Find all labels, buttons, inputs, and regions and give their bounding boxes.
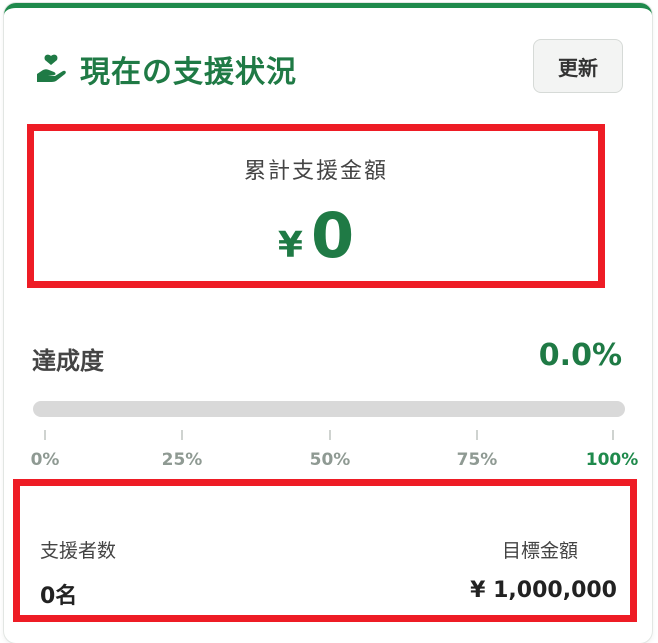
goal-amount-value: ¥ 1,000,000 [470,578,617,603]
total-amount-label: 累計支援金額 [243,159,388,184]
stats-panel: 支援者数 0名 目標金額 ¥ 1,000,000 [13,479,637,622]
total-amount-value: ¥ 0 [34,199,598,272]
scale-label-50: 50% [309,450,351,470]
total-amount-panel: 累計支援金額 ¥ 0 [27,124,605,288]
scale-label-100: 100% [585,450,639,470]
progress-bar [33,401,625,417]
supporters-label: 支援者数 [40,540,117,562]
progress-percent: 0.0% [538,338,622,373]
scale-tick [329,430,331,440]
supporters-value: 0名 [40,584,78,609]
scale-label-25: 25% [161,450,203,470]
card-header: 現在の支援状況 [34,44,297,94]
scale-tick [44,430,46,440]
scale-label-75: 75% [456,450,498,470]
goal-amount-label: 目標金額 [501,540,578,562]
refresh-button[interactable]: 更新 [533,39,623,93]
total-amount-number: 0 [310,199,355,272]
scale-label-0: 0% [30,450,60,470]
currency-symbol: ¥ [277,225,303,266]
hand-heart-icon [37,54,66,82]
scale-tick [181,430,183,440]
progress-label: 達成度 [32,347,104,375]
page-title: 現在の支援状況 [80,55,297,90]
scale-tick [612,430,614,440]
progress-scale: 0% 25% 50% 75% 100% [0,430,658,480]
scale-tick [476,430,478,440]
